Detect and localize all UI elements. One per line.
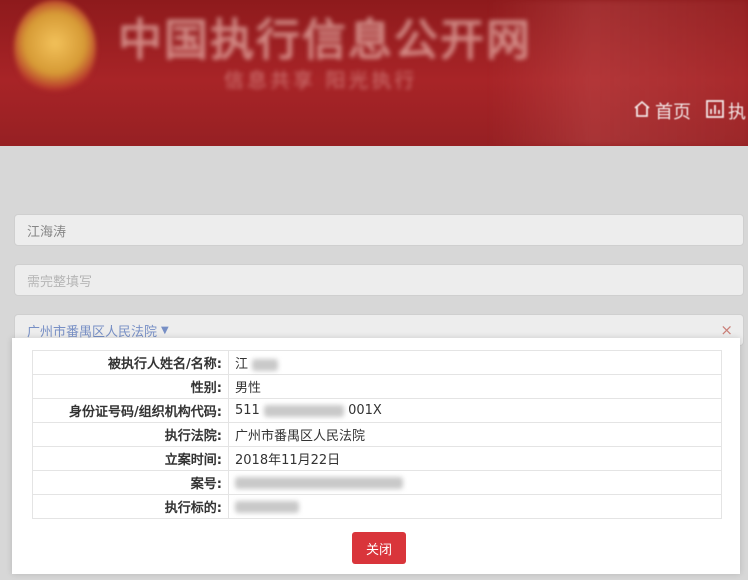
table-row: 执行法院: 广州市番禺区人民法院 (32, 422, 722, 447)
redacted-block (252, 358, 279, 371)
court-select-value: 广州市番禺区人民法院 (27, 324, 158, 340)
label-id-number: 身份证号码/组织机构代码: (32, 398, 229, 423)
value-id-number: 511 001X (228, 398, 722, 423)
nav-home-label: 首页 (655, 102, 691, 123)
home-icon (632, 99, 652, 124)
clear-icon[interactable]: × (720, 321, 733, 339)
value-name-text: 江 (235, 357, 249, 372)
site-title: 中国执行信息公开网 (118, 15, 532, 66)
table-row: 被执行人姓名/名称: 江 (32, 350, 722, 375)
close-button[interactable]: 关闭 (352, 532, 406, 564)
top-nav: 首页 执 (632, 96, 748, 126)
nav-execution-label: 执 (728, 102, 746, 123)
chart-icon (705, 99, 725, 124)
id-prefix: 511 (235, 403, 260, 418)
id-number-input[interactable]: 需完整填写 (14, 264, 744, 296)
label-execution-amount: 执行标的: (32, 494, 229, 519)
caret-down-icon: ▼ (161, 324, 169, 336)
result-detail-modal: 被执行人姓名/名称: 江 性别: 男性 身份证号码/组织机构代码: 511 00… (12, 338, 740, 574)
label-filing-date: 立案时间: (32, 446, 229, 471)
label-court: 执行法院: (32, 422, 229, 447)
id-number-placeholder: 需完整填写 (27, 274, 93, 290)
value-name: 江 (228, 350, 722, 375)
nav-item-execution[interactable]: 执 (705, 98, 746, 124)
value-execution-amount (228, 494, 722, 519)
id-suffix: 001X (348, 403, 382, 418)
table-row: 案号: (32, 470, 722, 495)
table-row: 身份证号码/组织机构代码: 511 001X (32, 398, 722, 423)
court-emblem-logo (14, 0, 96, 96)
table-row: 性别: 男性 (32, 374, 722, 399)
label-case-number: 案号: (32, 470, 229, 495)
value-case-number (228, 470, 722, 495)
site-slogan: 信息共享 阳光执行 (224, 68, 418, 92)
redacted-block (235, 500, 299, 513)
value-court: 广州市番禺区人民法院 (228, 422, 722, 447)
redacted-block (235, 476, 403, 489)
site-banner: 中国执行信息公开网 信息共享 阳光执行 首页 执 (0, 0, 748, 146)
label-name: 被执行人姓名/名称: (32, 350, 229, 375)
table-row: 立案时间: 2018年11月22日 (32, 446, 722, 471)
detail-table: 被执行人姓名/名称: 江 性别: 男性 身份证号码/组织机构代码: 511 00… (32, 350, 722, 519)
redacted-block (263, 404, 344, 417)
search-form: 江海涛 需完整填写 广州市番禺区人民法院 ▼ × (0, 146, 748, 346)
value-gender: 男性 (228, 374, 722, 399)
name-input[interactable]: 江海涛 (14, 214, 744, 246)
value-filing-date: 2018年11月22日 (228, 446, 722, 471)
label-gender: 性别: (32, 374, 229, 399)
nav-item-home[interactable]: 首页 (632, 98, 691, 124)
name-input-value: 江海涛 (27, 224, 67, 240)
table-row: 执行标的: (32, 494, 722, 519)
